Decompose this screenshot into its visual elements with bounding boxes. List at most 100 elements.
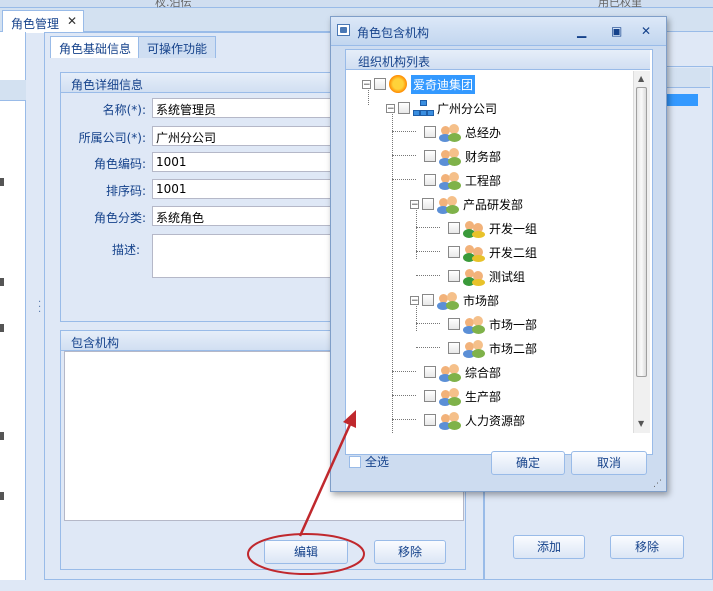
tree-node-dept[interactable]: − 市场部 [410, 289, 499, 311]
order-label: 排序码: [105, 184, 146, 198]
scroll-down-icon[interactable]: ▼ [638, 419, 644, 428]
tree-node-subdept[interactable]: 市场二部 [448, 337, 537, 359]
users-icon [439, 170, 461, 190]
category-select[interactable]: 系统角色 [152, 206, 332, 226]
tree-node-dept[interactable]: 生产部 [424, 385, 501, 407]
tree-node-dept[interactable]: 总经办 [424, 121, 501, 143]
node-label: 生产部 [465, 389, 502, 404]
tab-role-management[interactable]: 角色管理 ✕ [2, 10, 84, 33]
node-label: 综合部 [465, 365, 502, 380]
node-checkbox[interactable] [422, 294, 434, 306]
collapse-icon[interactable]: − [410, 295, 419, 305]
tab-operations[interactable]: 可操作功能 [138, 36, 217, 58]
cancel-button[interactable]: 取消 [571, 451, 647, 475]
category-label: 角色分类: [93, 211, 146, 225]
close-icon[interactable]: ✕ [67, 14, 77, 28]
tree-node-dept[interactable]: 综合部 [424, 361, 501, 383]
description-textarea[interactable] [152, 234, 332, 278]
node-checkbox[interactable] [422, 198, 434, 210]
tree-node-dept[interactable]: − 产品研发部 [410, 193, 523, 215]
node-checkbox[interactable] [424, 174, 436, 186]
node-checkbox[interactable] [448, 318, 460, 330]
remove-org-button[interactable]: 移除 [374, 540, 446, 564]
close-icon[interactable]: ✕ [641, 24, 651, 38]
order-input[interactable]: 1001 [152, 179, 332, 199]
node-checkbox[interactable] [398, 102, 410, 114]
users-group-icon [463, 242, 485, 262]
node-label: 市场二部 [489, 341, 538, 356]
collapse-icon[interactable]: − [386, 103, 395, 113]
dialog-titlebar[interactable]: 角色包含机构 ▁ ▣ ✕ [331, 17, 666, 46]
node-label: 财务部 [465, 149, 502, 164]
node-checkbox[interactable] [424, 390, 436, 402]
users-icon [463, 314, 485, 334]
collapse-icon[interactable]: − [410, 199, 419, 209]
node-checkbox[interactable] [448, 222, 460, 234]
users-icon [439, 362, 461, 382]
node-checkbox[interactable] [424, 366, 436, 378]
right-panel-header [666, 68, 710, 88]
scroll-thumb[interactable] [636, 87, 647, 377]
node-label: 工程部 [465, 173, 502, 188]
left-pane [0, 32, 26, 580]
right-list-selected-row[interactable] [666, 94, 698, 106]
code-input[interactable]: 1001 [152, 152, 332, 172]
company-logo-icon [389, 75, 407, 93]
ok-button[interactable]: 确定 [491, 451, 565, 475]
resize-grip-icon[interactable]: ⋰ [653, 479, 662, 489]
users-icon [439, 386, 461, 406]
tree-node-group[interactable]: 测试组 [448, 265, 525, 287]
tree-node-branch[interactable]: − 广州分公司 [386, 97, 497, 119]
description-label: 描述: [111, 243, 140, 257]
select-all-label: 全选 [365, 455, 390, 469]
users-icon [439, 146, 461, 166]
node-label: 产品研发部 [463, 197, 524, 212]
node-checkbox[interactable] [448, 270, 460, 282]
checkbox-icon[interactable] [349, 455, 361, 468]
node-checkbox[interactable] [424, 414, 436, 426]
name-input[interactable]: 系统管理员 [152, 98, 332, 118]
node-label: 市场一部 [489, 317, 538, 332]
users-group-icon [463, 218, 485, 238]
tree-node-subdept[interactable]: 市场一部 [448, 313, 537, 335]
org-tree[interactable]: − 爱奇迪集团 − 广州分公司 总经办 财务部 工程部 − 产品研发部 开发一组… [346, 71, 650, 433]
users-icon [437, 290, 459, 310]
maximize-icon[interactable]: ▣ [611, 24, 622, 38]
tree-scrollbar[interactable]: ▲ ▼ [633, 71, 650, 433]
company-label: 所属公司(*): [78, 131, 146, 145]
scroll-up-icon[interactable]: ▲ [638, 74, 644, 83]
tree-panel: 组织机构列表 − 爱奇迪集团 − 广州分公司 总经办 财务部 工程部 − 产品研… [345, 49, 653, 455]
org-chart-icon [413, 100, 434, 116]
node-label: 开发二组 [489, 245, 538, 260]
dialog-title: 角色包含机构 [357, 26, 430, 40]
tab-basic-info[interactable]: 角色基础信息 [50, 36, 141, 58]
collapse-icon[interactable]: − [362, 79, 371, 89]
users-icon [463, 338, 485, 358]
tree-node-dept[interactable]: 财务部 [424, 145, 501, 167]
tab-label: 角色管理 [11, 17, 60, 31]
node-checkbox[interactable] [448, 246, 460, 258]
node-checkbox[interactable] [374, 78, 386, 90]
name-label: 名称(*): [102, 103, 146, 117]
edit-button[interactable]: 编辑 [264, 540, 348, 564]
tree-node-group[interactable]: 开发一组 [448, 217, 537, 239]
select-all-checkbox[interactable]: 全选 [349, 453, 389, 470]
minimize-icon[interactable]: ▁ [577, 24, 586, 38]
code-label: 角色编码: [93, 157, 146, 171]
node-checkbox[interactable] [448, 342, 460, 354]
node-checkbox[interactable] [424, 126, 436, 138]
users-group-icon [463, 266, 485, 286]
window-icon [337, 24, 350, 36]
node-label: 爱奇迪集团 [411, 74, 476, 94]
tree-node-root[interactable]: − 爱奇迪集团 [362, 73, 476, 95]
tree-node-group[interactable]: 开发二组 [448, 241, 537, 263]
top-strip: 杈.泊伝 用已权里 [0, 0, 713, 9]
add-button[interactable]: 添加 [513, 535, 585, 559]
tree-node-dept[interactable]: 人力资源部 [424, 409, 525, 431]
remove-right-button[interactable]: 移除 [610, 535, 684, 559]
users-icon [437, 194, 459, 214]
splitter-handle[interactable]: · · · [38, 298, 41, 318]
tree-node-dept[interactable]: 工程部 [424, 169, 501, 191]
company-input[interactable]: 广州分公司 [152, 126, 332, 146]
node-checkbox[interactable] [424, 150, 436, 162]
